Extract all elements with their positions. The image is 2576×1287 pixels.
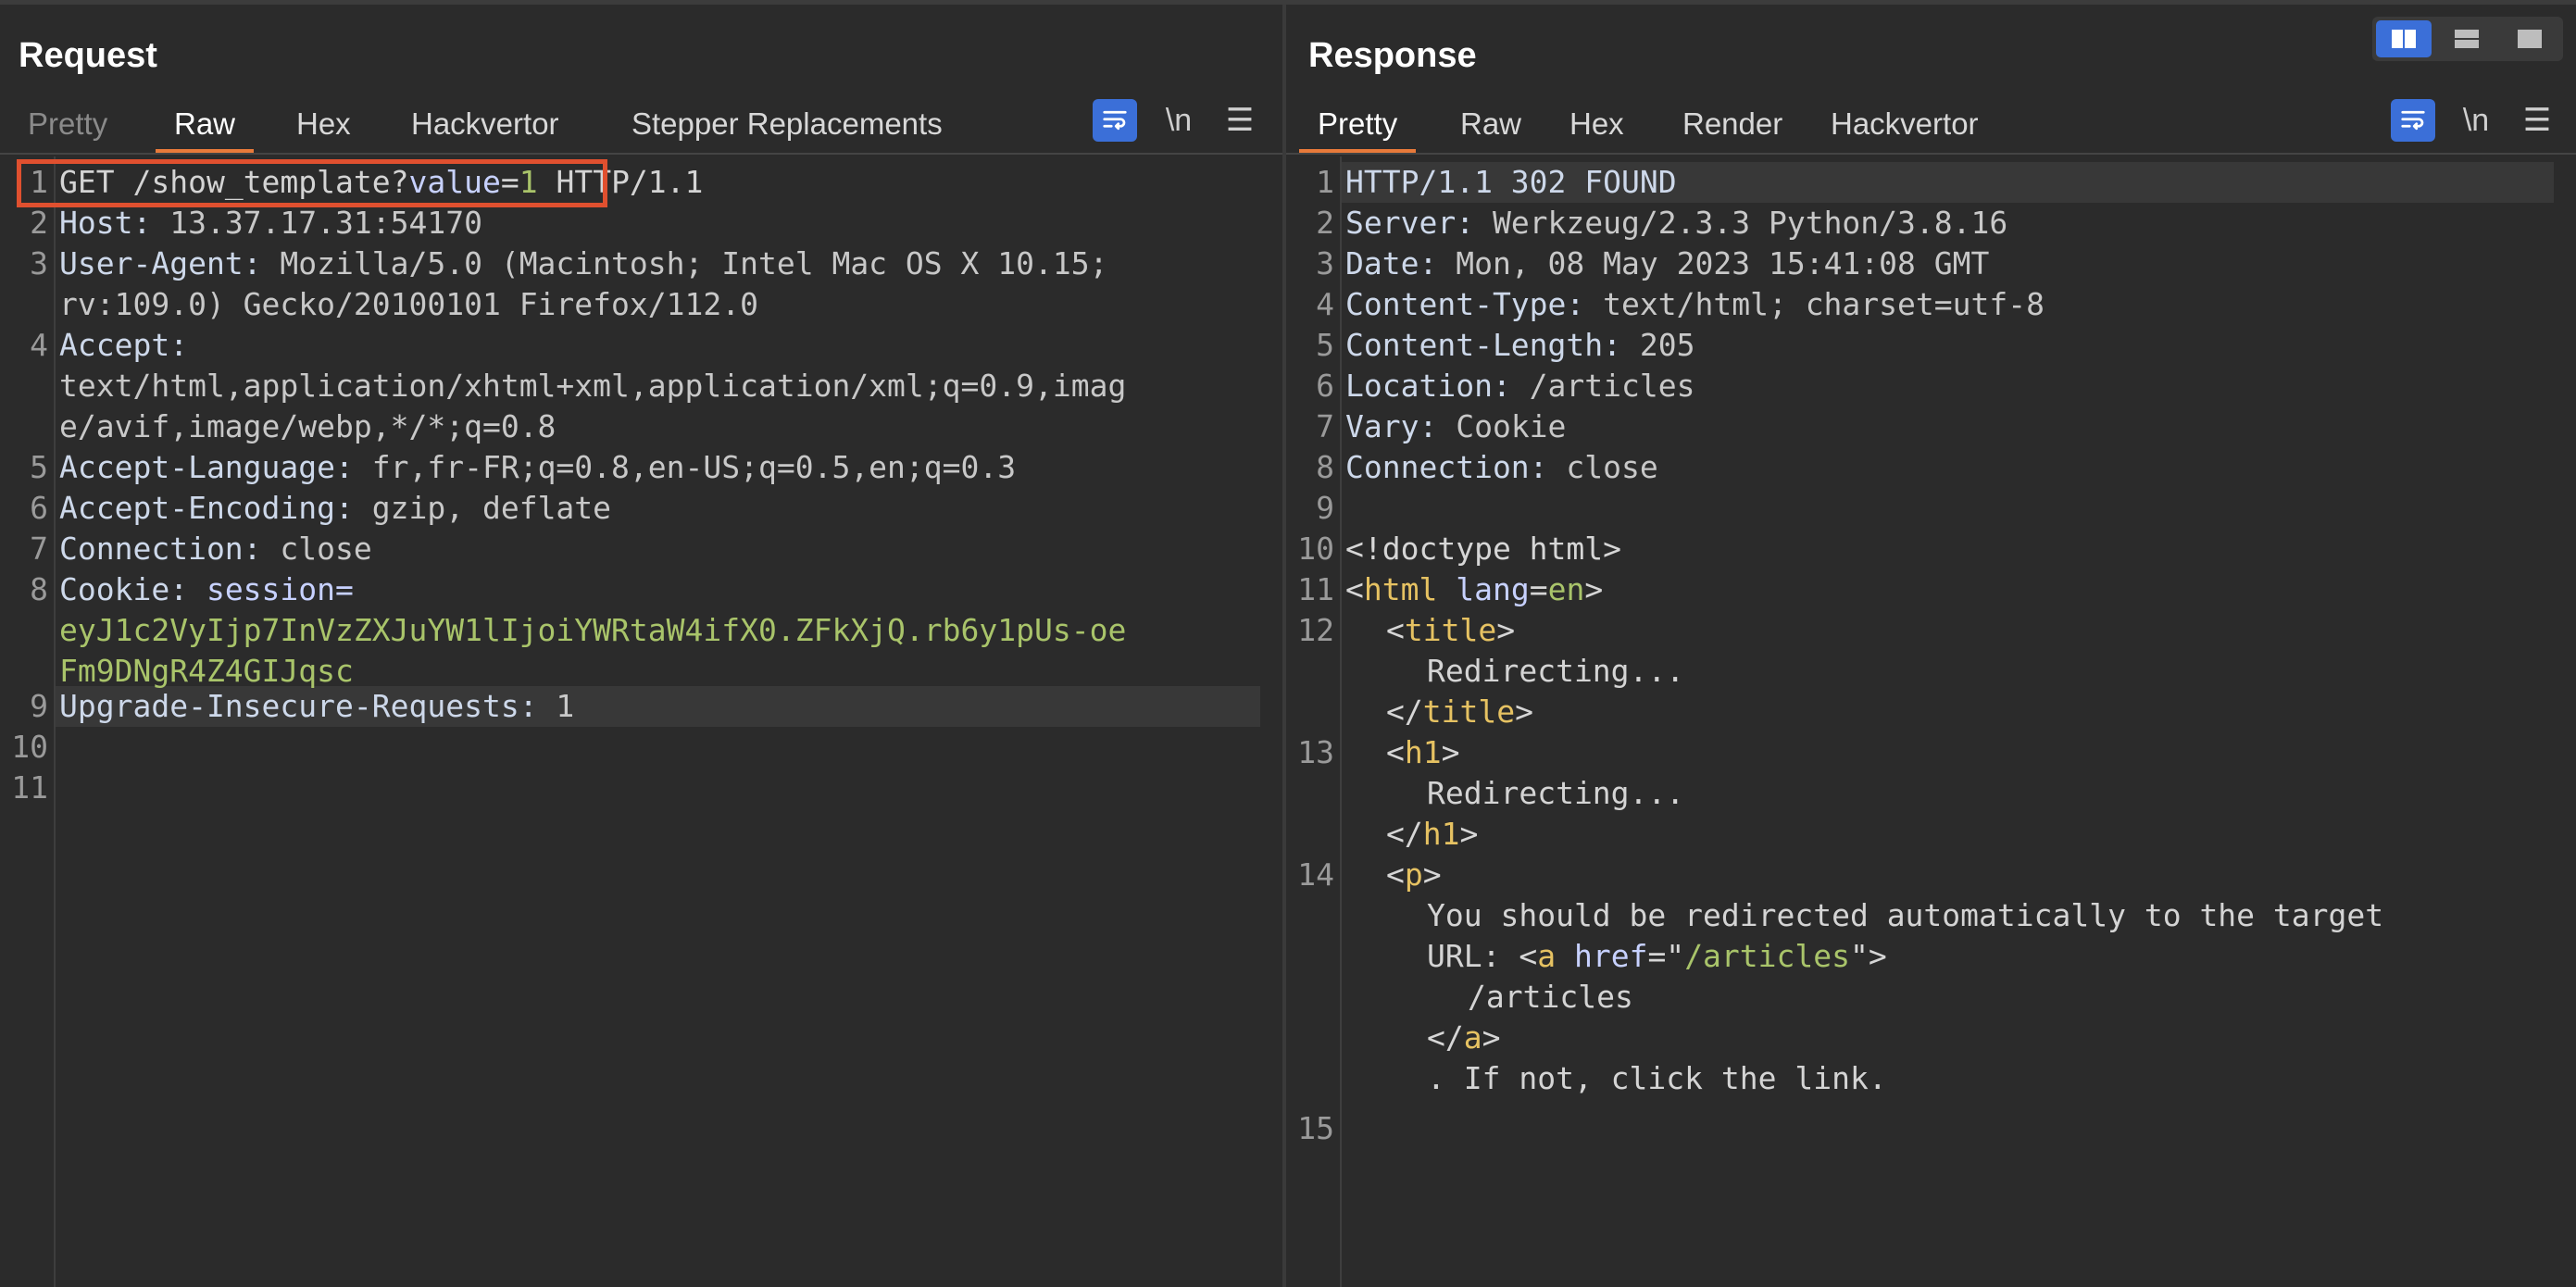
request-pane: Request Pretty Raw Hex Hackvertor Steppe… (0, 5, 1282, 1287)
request-editor[interactable]: 1 GET /show_template?value=1 HTTP/1.1 2 … (0, 156, 1282, 1287)
request-line-11: 11 (11, 769, 48, 806)
response-menu-icon[interactable]: ☰ (2516, 99, 2558, 142)
request-line-3: 3 User-Agent: Mozilla/5.0 (Macintosh; In… (30, 245, 1108, 281)
response-line-14-text: You should be redirected automatically t… (1427, 897, 2384, 933)
layout-tabs-button[interactable] (2502, 20, 2557, 57)
request-line-7: 7 Connection: close (30, 531, 372, 567)
request-line-5: 5 Accept-Language: fr,fr-FR;q=0.8,en-US;… (30, 449, 1017, 485)
response-line-14-tail: . If not, click the link. (1427, 1060, 1887, 1096)
response-line-13-close: </h1> (1386, 816, 1479, 852)
response-title: Response (1308, 36, 1477, 75)
response-line-14-a-close: </a> (1427, 1019, 1501, 1056)
session-cookie-value: eyJ1c2VyIjp7InVzZXJuYW1lIjoiYWRtaW4ifX0.… (59, 612, 1127, 648)
response-line-10: 10 <!doctype html> (1297, 531, 1622, 567)
response-status-line: HTTP/1.1 302 FOUND (1345, 164, 1677, 200)
request-word-wrap-button[interactable] (1093, 99, 1137, 142)
rows-icon (2455, 30, 2479, 48)
response-line-11: 11 <html lang=en> (1297, 571, 1604, 607)
response-pane: Response Pretty Raw Hex Render Hackverto… (1286, 5, 2576, 1287)
response-line-5: 5 Content-Length: 205 (1316, 327, 1695, 363)
layout-side-by-side-button[interactable] (2376, 20, 2432, 57)
request-title: Request (19, 36, 157, 75)
response-line-7: 7 Vary: Cookie (1316, 408, 1567, 444)
request-tab-pretty[interactable]: Pretty (9, 105, 126, 153)
request-tab-hex[interactable]: Hex (278, 105, 369, 153)
response-tab-divider (1286, 153, 2576, 155)
highlight-annotation-box (17, 159, 607, 207)
response-line-1: 1 HTTP/1.1 302 FOUND (1286, 162, 2576, 203)
request-line-6: 6 Accept-Encoding: gzip, deflate (30, 490, 612, 526)
response-tab-hex[interactable]: Hex (1551, 105, 1643, 153)
response-line-9: 9 (1316, 490, 1334, 526)
request-menu-icon[interactable]: ☰ (1219, 99, 1261, 142)
response-tab-render[interactable]: Render (1664, 105, 1801, 153)
response-line-14: 14 <p> (1297, 856, 1442, 893)
request-line-8-wrap-1: eyJ1c2VyIjp7InVzZXJuYW1lIjoiYWRtaW4ifX0.… (0, 610, 1282, 651)
request-line-9: 9 Upgrade-Insecure-Requests: 1 (30, 688, 575, 724)
response-word-wrap-button[interactable] (2391, 99, 2435, 142)
burp-repeater-view: Request Pretty Raw Hex Hackvertor Steppe… (0, 0, 2576, 1287)
response-line-8: 8 Connection: close (1316, 449, 1658, 485)
response-line-6: 6 Location: /articles (1316, 368, 1695, 404)
layout-toggle-group (2372, 17, 2563, 61)
request-line-8: 8 Cookie: session= (30, 571, 354, 607)
response-tab-pretty[interactable]: Pretty (1299, 105, 1417, 153)
response-line-14-url: URL: <a href="/articles"> (1427, 938, 1887, 974)
request-tab-stepper-replacements[interactable]: Stepper Replacements (613, 105, 961, 153)
request-line-3-wrap: rv:109.0) Gecko/20100101 Firefox/112.0 (59, 286, 758, 322)
request-line-4-wrap-2: e/avif,image/webp,*/*;q=0.8 (59, 408, 556, 444)
response-line-13: 13 <h1> (1297, 734, 1460, 770)
request-line-2: 2 Host: 13.37.17.31:54170 (30, 205, 482, 241)
request-line-10: 10 (11, 729, 48, 765)
layout-stacked-button[interactable] (2439, 20, 2495, 57)
response-line-13-text: Redirecting... (1427, 775, 1685, 811)
response-line-3: 3 Date: Mon, 08 May 2023 15:41:08 GMT (1316, 245, 1990, 281)
word-wrap-icon (2401, 110, 2425, 131)
response-line-14-link-text: /articles (1468, 979, 1633, 1015)
response-line-15: 15 (1297, 1110, 1334, 1146)
response-line-12: 12 <title> (1297, 612, 1516, 648)
request-line-4-wrap-1: text/html,application/xhtml+xml,applicat… (59, 368, 1127, 404)
response-tab-hackvertor[interactable]: Hackvertor (1812, 105, 1997, 153)
request-show-newlines-button[interactable]: \n (1157, 99, 1200, 142)
response-line-4: 4 Content-Type: text/html; charset=utf-8 (1316, 286, 2045, 322)
request-tab-hackvertor[interactable]: Hackvertor (393, 105, 578, 153)
request-tab-divider (0, 153, 1282, 155)
response-show-newlines-button[interactable]: \n (2455, 99, 2497, 142)
single-pane-icon (2518, 30, 2542, 48)
response-tab-raw[interactable]: Raw (1442, 105, 1540, 153)
request-line-4: 4 Accept: (30, 327, 189, 363)
request-tab-raw[interactable]: Raw (156, 105, 255, 153)
word-wrap-icon (1103, 110, 1127, 131)
request-tabs: Pretty Raw Hex Hackvertor Stepper Replac… (0, 95, 1282, 153)
response-line-12-close: </title> (1386, 693, 1533, 730)
response-line-2: 2 Server: Werkzeug/2.3.3 Python/3.8.16 (1316, 205, 2008, 241)
columns-icon (2392, 30, 2416, 48)
response-line-12-text: Redirecting... (1427, 653, 1685, 689)
response-editor[interactable]: 1 HTTP/1.1 302 FOUND 2 Server: Werkzeug/… (1286, 156, 2576, 1287)
response-tabs: Pretty Raw Hex Render Hackvertor (1286, 95, 2576, 153)
